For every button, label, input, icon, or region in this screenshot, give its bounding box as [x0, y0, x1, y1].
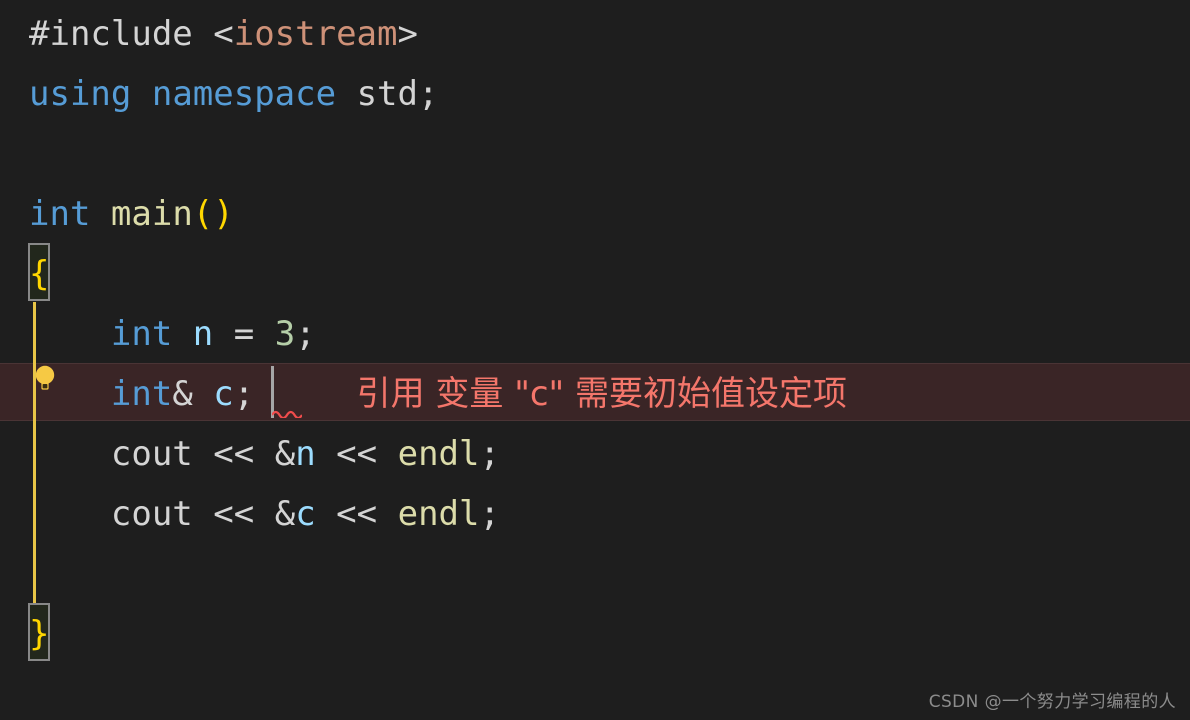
token-close-angle: > — [397, 14, 418, 54]
code-lines[interactable]: #include <iostream> using namespace std;… — [0, 0, 1190, 720]
token-ampersand-addr: & — [274, 494, 296, 534]
token-shift-operator: << — [213, 494, 255, 534]
code-line-10-empty[interactable] — [0, 544, 1190, 604]
token-semicolon: ; — [479, 434, 500, 474]
token-number-literal: 3 — [274, 314, 296, 354]
token-parentheses: () — [192, 194, 234, 234]
token-semicolon: ; — [479, 494, 500, 534]
token-using-keyword: using — [29, 74, 132, 114]
token-assign-operator: = — [233, 314, 255, 354]
token-int-keyword: int — [29, 194, 91, 234]
token-int-keyword: int — [110, 314, 173, 354]
token-main-function: main — [110, 194, 193, 234]
code-editor[interactable]: #include <iostream> using namespace std;… — [0, 0, 1190, 720]
csdn-watermark: CSDN @一个努力学习编程的人 — [928, 692, 1176, 712]
token-include-directive: #include — [29, 14, 193, 54]
token-variable-c: c — [213, 374, 234, 414]
code-line-4[interactable]: int main() — [0, 184, 1190, 244]
token-semicolon: ; — [233, 374, 255, 414]
token-shift-operator: << — [213, 434, 255, 474]
token-endl: endl — [397, 434, 480, 474]
token-namespace-keyword: namespace — [151, 74, 337, 114]
code-line-8[interactable]: cout << &n << endl; — [0, 424, 1190, 484]
code-line-2[interactable]: using namespace std; — [0, 64, 1190, 124]
code-line-3-empty[interactable] — [0, 124, 1190, 184]
inline-error-message: 引用 变量 "c" 需要初始值设定项 — [356, 374, 848, 414]
token-variable-c: c — [295, 494, 316, 534]
token-cout: cout — [110, 434, 193, 474]
token-open-brace: { — [29, 254, 50, 294]
token-variable-n: n — [192, 314, 214, 354]
token-header-name: iostream — [233, 14, 398, 54]
token-shift-operator: << — [336, 434, 378, 474]
token-semicolon: ; — [295, 314, 316, 354]
code-line-7-error[interactable]: int& c; 引用 变量 "c" 需要初始值设定项 — [0, 364, 1190, 424]
token-endl: endl — [397, 494, 480, 534]
token-cout: cout — [110, 494, 193, 534]
code-line-6[interactable]: int n = 3; — [0, 304, 1190, 364]
token-close-brace: } — [29, 614, 50, 654]
code-line-11[interactable]: } — [0, 604, 1190, 664]
token-std-identifier: std; — [356, 74, 439, 114]
token-ampersand-addr: & — [274, 434, 296, 474]
token-int-keyword: int — [110, 374, 173, 414]
token-open-angle: < — [213, 14, 234, 54]
token-ampersand-ref: & — [172, 374, 193, 414]
token-variable-n: n — [295, 434, 316, 474]
token-shift-operator: << — [336, 494, 378, 534]
code-line-5[interactable]: { — [0, 244, 1190, 304]
code-line-9[interactable]: cout << &c << endl; — [0, 484, 1190, 544]
code-line-1[interactable]: #include <iostream> — [0, 4, 1190, 64]
